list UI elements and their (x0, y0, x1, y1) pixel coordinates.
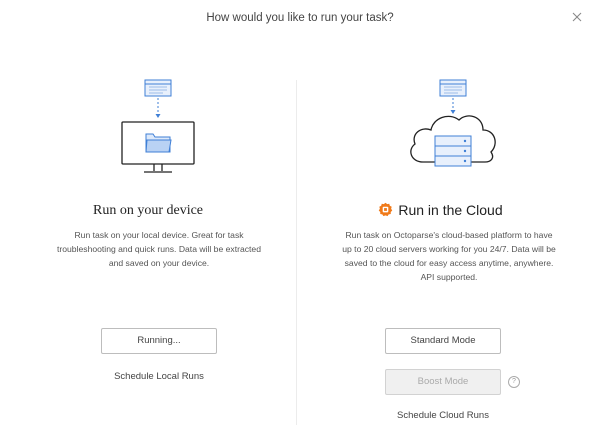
local-run-description: Run task on your local device. Great for… (57, 230, 261, 268)
boost-mode-button[interactable]: Boost Mode (385, 369, 501, 395)
local-device-illustration (121, 79, 195, 173)
cloud-run-heading-row: Run in the Cloud (289, 202, 592, 218)
schedule-cloud-runs-link[interactable]: Schedule Cloud Runs (297, 410, 589, 421)
octoparse-badge-icon (379, 202, 393, 217)
cloud-server-illustration (410, 79, 496, 167)
running-button[interactable]: Running... (101, 328, 217, 354)
cloud-run-description: Run task on Octoparse's cloud-based plat… (342, 230, 556, 282)
schedule-local-runs-link[interactable]: Schedule Local Runs (0, 371, 318, 382)
local-run-panel: Run on your device Run task on your loca… (0, 0, 296, 445)
question-circle-icon[interactable]: ? (508, 376, 520, 388)
local-run-heading: Run on your device (92, 203, 204, 218)
cloud-run-heading: Run in the Cloud (398, 202, 503, 218)
standard-mode-button[interactable]: Standard Mode (385, 328, 501, 354)
cloud-run-panel: Run in the Cloud Run task on Octoparse's… (297, 0, 600, 445)
